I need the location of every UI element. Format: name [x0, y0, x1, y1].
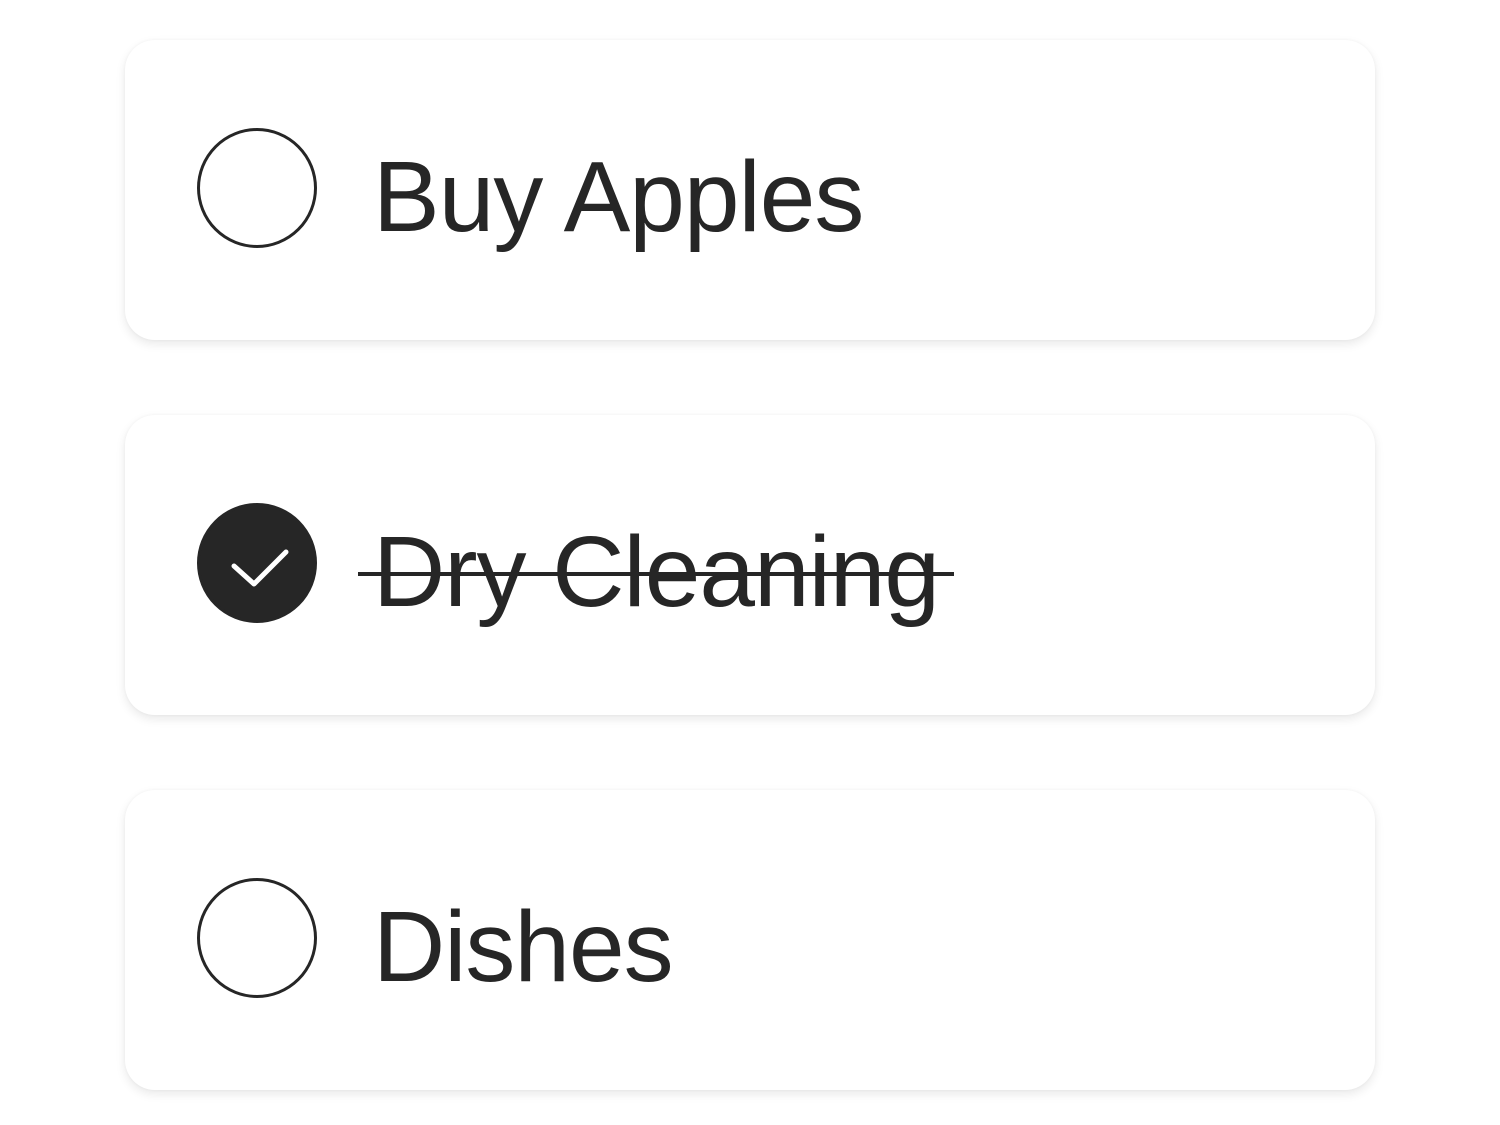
todo-label: Dishes [373, 891, 674, 1003]
todo-checkbox[interactable] [197, 878, 317, 998]
checkmark-icon [231, 549, 289, 587]
todo-item-buy-apples[interactable]: Buy Apples [125, 40, 1375, 340]
strikethrough-line [358, 572, 955, 576]
todo-checkbox-checked[interactable] [197, 503, 317, 623]
todo-list: Buy Apples Dry Cleaning Dishes [125, 40, 1375, 1090]
todo-checkbox[interactable] [197, 128, 317, 248]
todo-item-dishes[interactable]: Dishes [125, 790, 1375, 1090]
todo-label: Buy Apples [373, 141, 864, 253]
todo-item-dry-cleaning[interactable]: Dry Cleaning [125, 415, 1375, 715]
